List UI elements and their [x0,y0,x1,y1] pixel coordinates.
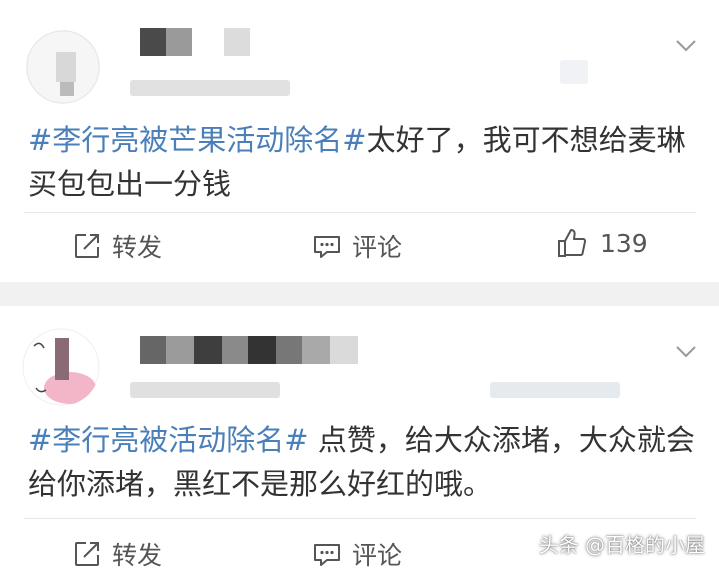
chevron-down-icon[interactable] [675,340,697,362]
meta-blurred [490,382,620,398]
chevron-down-icon[interactable] [675,34,697,56]
divider [24,212,696,213]
comment-button[interactable]: 评论 [312,228,402,264]
meta-blurred [130,80,290,96]
like-count: 139 [600,228,648,258]
username-blurred[interactable] [140,28,250,56]
meta-blurred [560,60,588,84]
username-blurred[interactable] [140,336,358,364]
comment-label: 评论 [352,541,403,570]
share-icon [75,234,99,258]
post-separator [0,282,719,306]
repost-button[interactable]: 转发 [72,536,162,572]
post-card-1: #李行亮被芒果活动除名#太好了，我可不想给麦琳买包包出一分钱 转发 评论 139 [0,0,719,282]
repost-button[interactable]: 转发 [72,228,162,264]
avatar[interactable] [26,30,100,104]
hashtag-link[interactable]: #李行亮被芒果活动除名# [28,123,367,157]
avatar-image [26,30,100,104]
watermark: 头条 @百格的小屋 [538,533,705,557]
thumbs-up-icon [558,229,587,257]
repost-label: 转发 [112,233,163,262]
repost-label: 转发 [112,541,163,570]
like-button[interactable]: 139 [556,226,648,260]
post-text: #李行亮被活动除名# 点赞，给大众添堵，大众就会给你添堵，黑红不是那么好红的哦。 [28,418,698,506]
avatar[interactable] [22,328,100,406]
comment-button[interactable]: 评论 [312,536,402,572]
hashtag-link[interactable]: #李行亮被活动除名# [28,423,309,457]
comment-icon [314,236,340,258]
comment-icon [314,544,340,566]
meta-blurred [130,382,280,398]
comment-label: 评论 [352,233,403,262]
divider [24,518,696,519]
post-text: #李行亮被芒果活动除名#太好了，我可不想给麦琳买包包出一分钱 [28,118,698,206]
avatar-image [22,328,100,406]
share-icon [75,542,99,566]
